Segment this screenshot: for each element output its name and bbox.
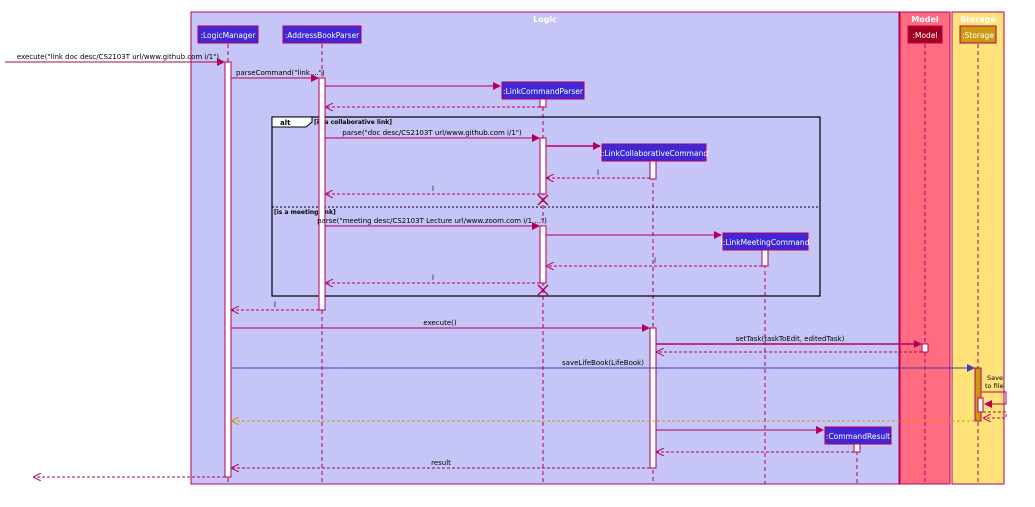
activation-model xyxy=(921,343,929,353)
svg-text::AddressBookParser: :AddressBookParser xyxy=(285,31,360,40)
alt-guard-meeting: [is a meeting link] xyxy=(274,209,336,216)
activation-logic-manager xyxy=(224,61,232,478)
message-parse-collab: parse("doc desc/CS2103T url/www.github.c… xyxy=(342,129,522,137)
message-parse-command: parseCommand("link ...") xyxy=(236,69,325,77)
activation-link-collaborative-command xyxy=(649,160,657,180)
participant-logic-manager: :LogicManager xyxy=(197,25,259,44)
activation-link-command-parser-3 xyxy=(539,225,547,284)
message-return-collab-parser: l xyxy=(432,185,434,193)
activation-link-command-parser-1 xyxy=(539,98,547,108)
svg-text::Storage: :Storage xyxy=(962,31,994,40)
message-execute-call: execute("link doc desc/CS2103T url/www.g… xyxy=(17,53,220,61)
svg-text:l:LinkMeetingCommand: l:LinkMeetingCommand xyxy=(721,238,810,247)
activation-link-meeting-command xyxy=(761,249,769,267)
message-set-task: setTask(taskToEdit, editedTask) xyxy=(736,335,845,343)
message-return-meeting: l xyxy=(654,257,656,265)
activation-link-command-execute xyxy=(649,327,657,469)
activation-link-command-parser-2 xyxy=(539,137,547,195)
participant-link-collaborative-command: l:LinkCollaborativeCommand xyxy=(600,143,708,162)
participant-storage: :Storage xyxy=(959,25,997,44)
participant-link-meeting-command: l:LinkMeetingCommand xyxy=(721,232,810,251)
message-return-parser: l xyxy=(274,301,276,309)
activation-command-result xyxy=(853,443,861,453)
svg-text::Model: :Model xyxy=(912,31,937,40)
participant-model: :Model xyxy=(907,25,943,44)
message-save-to-file-line2: to file xyxy=(985,382,1004,390)
message-return-collab: l xyxy=(597,169,599,177)
message-save-life-book: saveLifeBook(LifeBook) xyxy=(562,359,644,367)
svg-text::LogicManager: :LogicManager xyxy=(200,31,256,40)
model-frame-title: Model xyxy=(911,15,939,24)
svg-text:l:LinkCollaborativeCommand: l:LinkCollaborativeCommand xyxy=(600,149,708,158)
svg-text::LinkCommandParser: :LinkCommandParser xyxy=(503,87,584,96)
participant-link-command-parser: :LinkCommandParser xyxy=(501,81,585,100)
alt-operator: alt xyxy=(280,119,291,127)
logic-frame-title: Logic xyxy=(533,15,557,24)
alt-guard-collaborative: [is a collaborative link] xyxy=(314,119,392,126)
message-save-to-file-line1: Save xyxy=(987,374,1003,382)
activation-address-book-parser xyxy=(318,77,326,311)
message-execute: execute() xyxy=(423,319,456,327)
sequence-diagram: Logic Model Storage :LogicManager :Addre… xyxy=(5,11,1007,485)
participant-address-book-parser: :AddressBookParser xyxy=(282,25,362,44)
message-result: result xyxy=(431,459,451,467)
participant-command-result: :CommandResult xyxy=(824,426,892,445)
message-return-meeting-parser: l xyxy=(432,274,434,282)
message-parse-meeting: parse("meeting desc/CS2103T Lecture url/… xyxy=(317,217,547,225)
svg-text::CommandResult: :CommandResult xyxy=(826,432,890,441)
storage-frame-title: Storage xyxy=(960,15,996,24)
